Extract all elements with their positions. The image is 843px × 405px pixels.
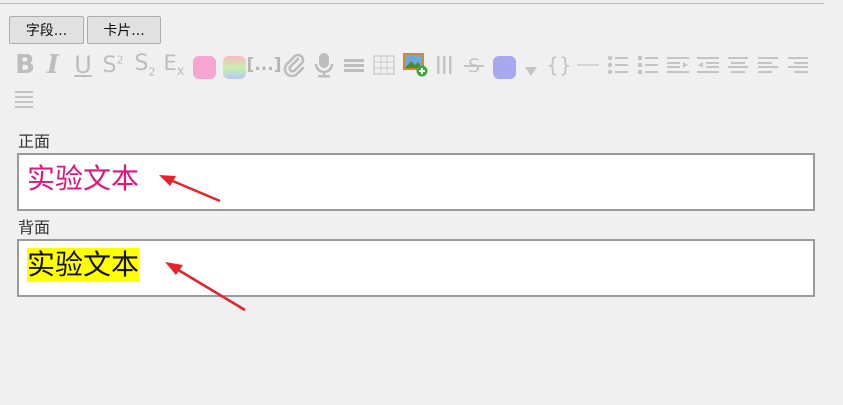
front-field-editor[interactable]: 实验文本 <box>17 153 815 211</box>
strikethrough-icon[interactable]: S <box>461 50 487 80</box>
bold-icon[interactable]: B <box>12 50 38 80</box>
cloze-icon[interactable]: [...] <box>247 50 282 80</box>
front-field-text[interactable]: 实验文本 <box>27 162 139 196</box>
underline-icon[interactable]: U <box>70 50 96 80</box>
back-field-text[interactable]: 实验文本 <box>27 248 140 282</box>
justify-icon[interactable] <box>12 85 36 115</box>
insert-image-icon[interactable] <box>401 49 429 79</box>
clear-formatting-icon[interactable]: Ex <box>160 50 188 80</box>
align-center-icon[interactable] <box>725 50 751 80</box>
superscript-icon[interactable]: S2 <box>98 50 128 80</box>
text-color-icon[interactable] <box>191 52 217 82</box>
front-field-label: 正面 <box>18 132 51 151</box>
numbered-list-icon[interactable] <box>635 50 661 80</box>
top-divider <box>0 3 824 4</box>
dropdown-arrow-icon[interactable] <box>521 56 541 86</box>
line-icon[interactable] <box>575 50 601 80</box>
indent-icon[interactable] <box>665 50 691 80</box>
back-field-label: 背面 <box>18 218 51 237</box>
highlight-color-icon[interactable] <box>221 52 247 82</box>
align-right-icon[interactable] <box>785 50 811 80</box>
fields-button[interactable]: 字段... <box>9 16 84 44</box>
back-field-editor[interactable]: 实验文本 <box>17 239 815 297</box>
color-picker-icon[interactable] <box>491 52 517 82</box>
table-icon[interactable] <box>371 50 397 80</box>
attachment-icon[interactable] <box>281 50 307 80</box>
outdent-icon[interactable] <box>695 50 721 80</box>
record-audio-icon[interactable] <box>311 50 337 80</box>
horizontal-rule-icon[interactable] <box>341 50 367 80</box>
cards-button[interactable]: 卡片... <box>87 16 161 44</box>
bullet-list-icon[interactable] <box>605 50 631 80</box>
subscript-icon[interactable]: S2 <box>130 50 160 80</box>
italic-icon[interactable]: I <box>42 50 64 80</box>
align-left-icon[interactable] <box>755 50 781 80</box>
columns-icon[interactable] <box>432 50 456 80</box>
code-icon[interactable]: {} <box>545 50 573 80</box>
